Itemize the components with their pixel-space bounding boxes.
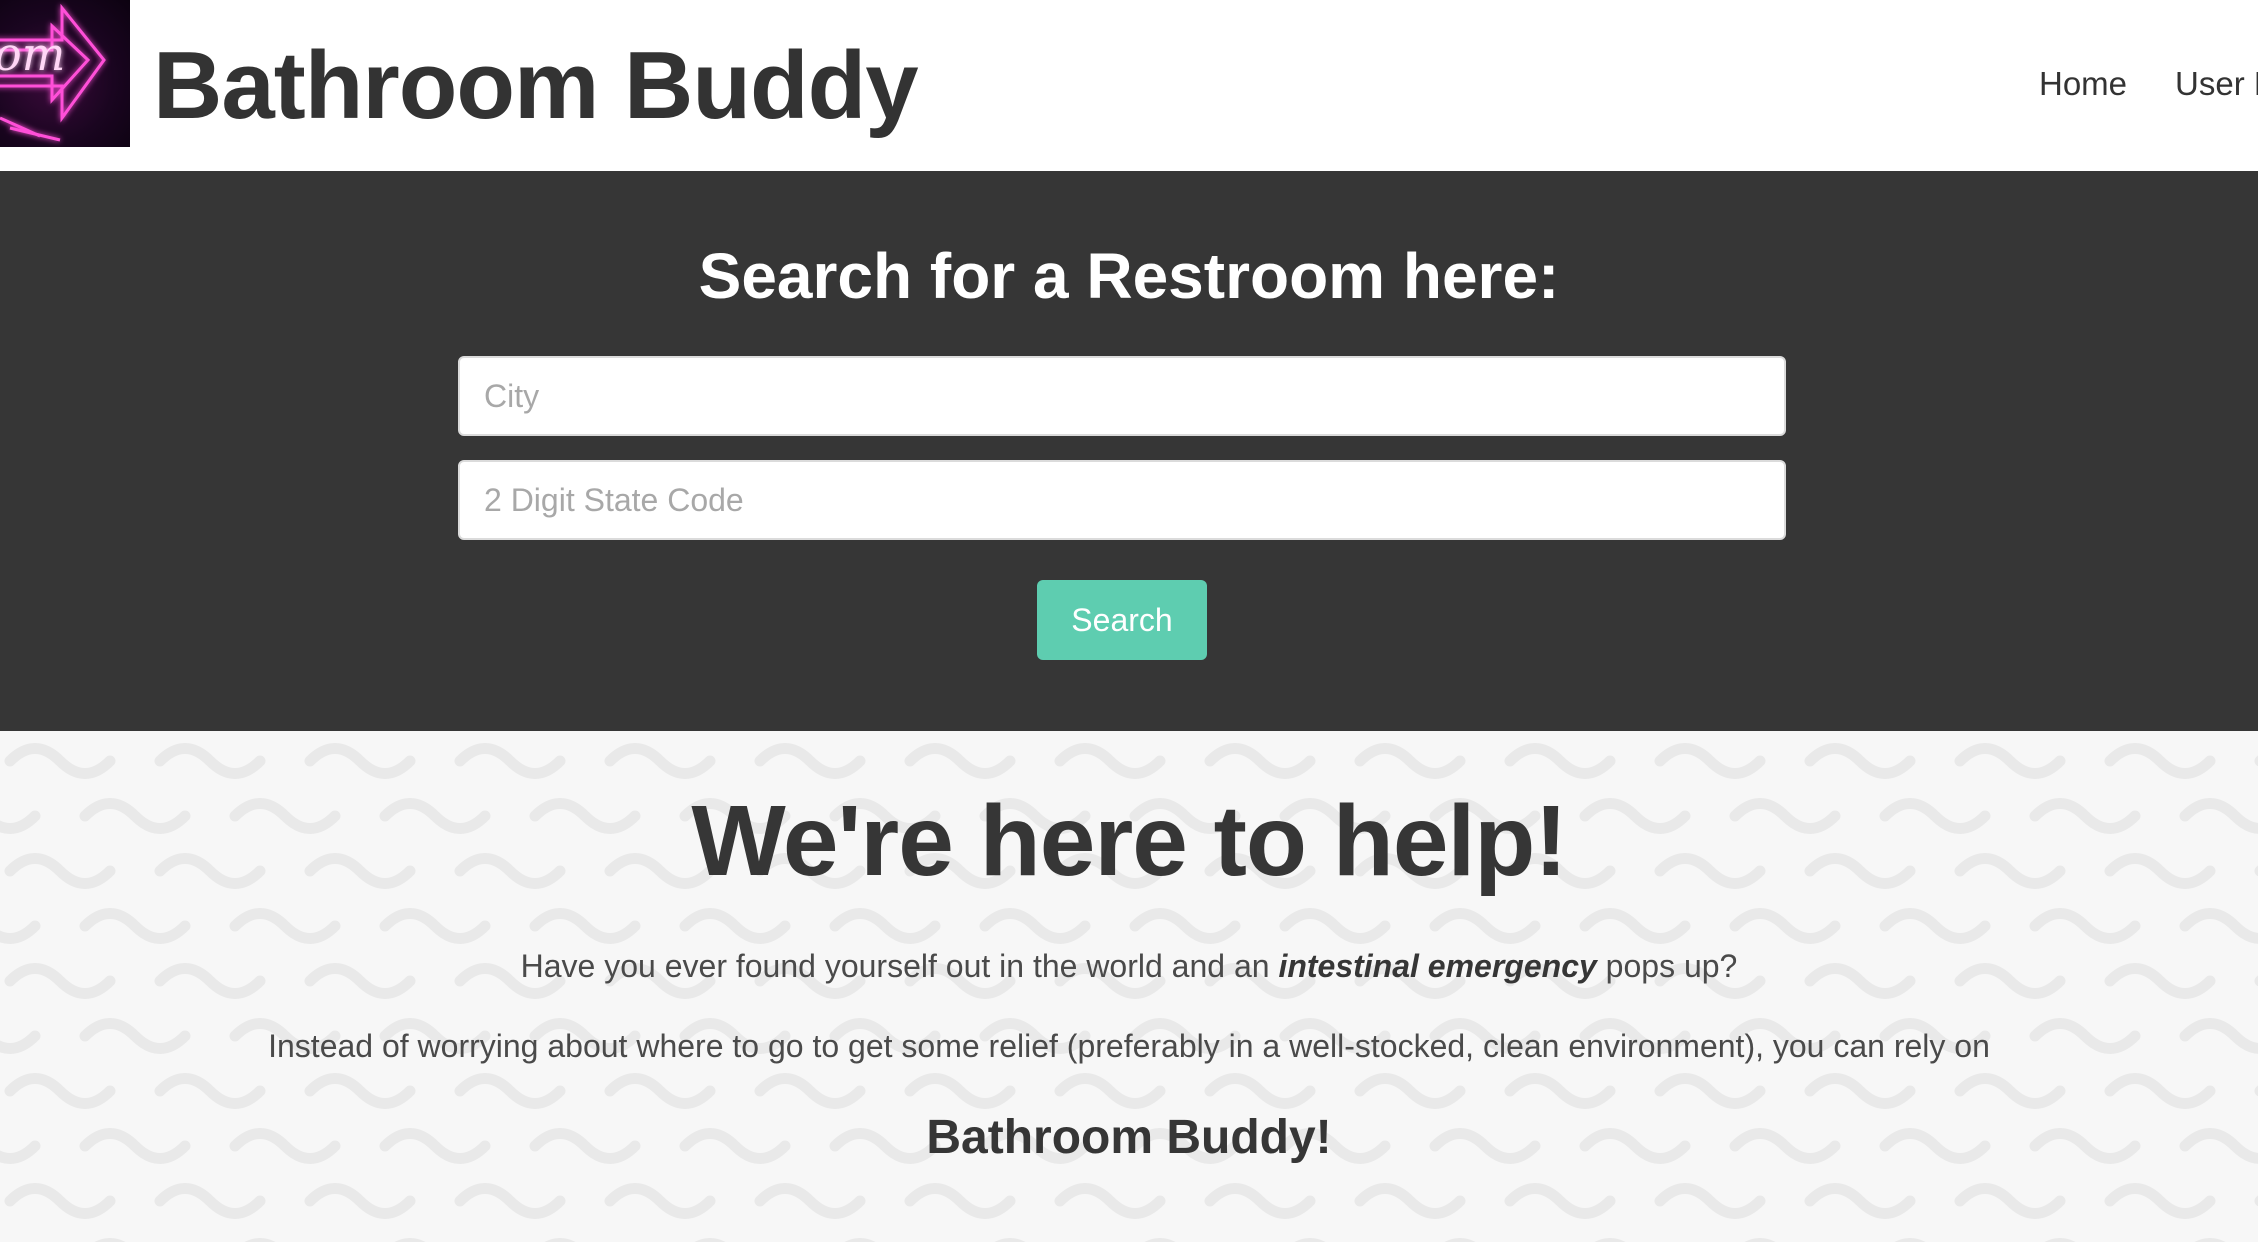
nav-link-user[interactable]: User P <box>2175 62 2258 106</box>
state-code-input[interactable] <box>458 460 1786 540</box>
help-intro-text: Have you ever found yourself out in the … <box>0 944 2258 988</box>
help-intro-emphasis: intestinal emergency <box>1278 948 1597 984</box>
help-intro-after: pops up? <box>1596 948 1738 984</box>
search-button[interactable]: Search <box>1037 580 1207 660</box>
city-input[interactable] <box>458 356 1786 436</box>
main-nav: Home User P <box>2039 62 2258 106</box>
site-title[interactable]: Bathroom Buddy <box>153 28 919 144</box>
search-heading: Search for a Restroom here: <box>698 240 1560 312</box>
search-section: Search for a Restroom here: Search <box>0 171 2258 731</box>
site-header: om Bathroom Buddy Home User P <box>0 0 2258 171</box>
neon-restroom-sign-icon[interactable]: om <box>0 0 130 147</box>
help-brand-name: Bathroom Buddy! <box>926 1111 1332 1164</box>
help-section: We're here to help! Have you ever found … <box>0 731 2258 1242</box>
help-heading: We're here to help! <box>691 785 1567 897</box>
nav-link-home[interactable]: Home <box>2039 62 2127 106</box>
help-description-text: Instead of worrying about where to go to… <box>268 1028 1990 1064</box>
help-intro-before: Have you ever found yourself out in the … <box>520 948 1279 984</box>
logo-text: om <box>0 27 65 81</box>
